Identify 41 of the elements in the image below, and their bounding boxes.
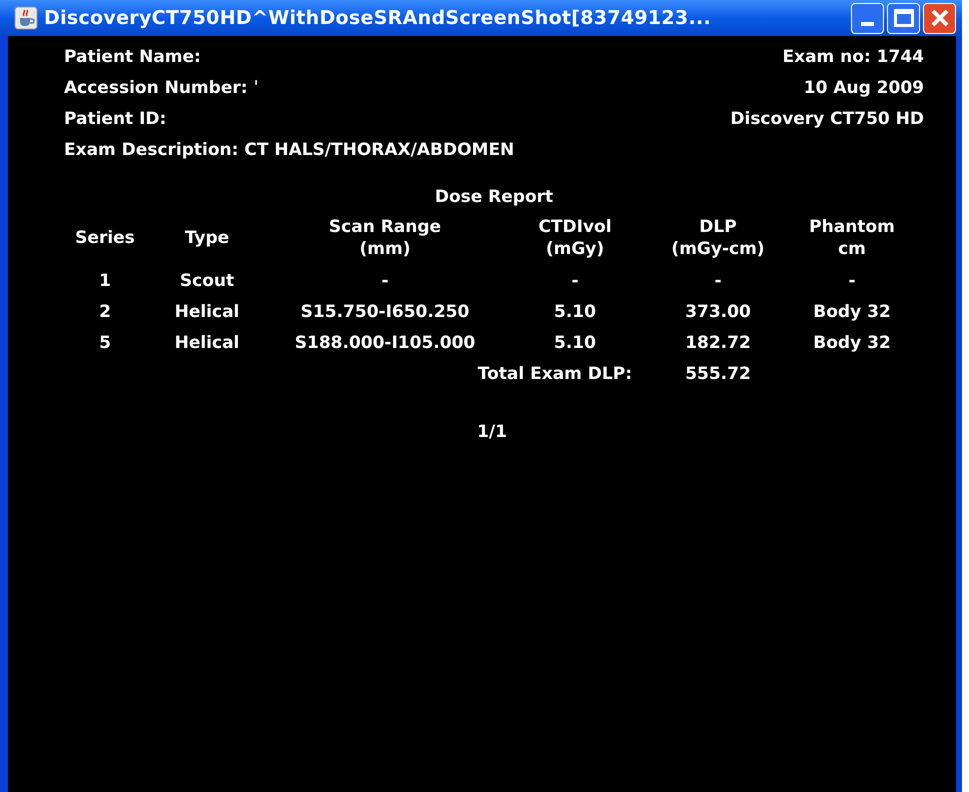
table-cell-text: 2 [98,301,112,324]
table-cell-text: - [713,270,723,293]
table-cell-text: 1 [98,270,112,293]
table-cell-text: S15.750-I650.250 [300,301,470,324]
close-button[interactable] [923,2,956,34]
info-value: Discovery CT750 HD [730,108,924,131]
maximize-button[interactable] [887,2,920,34]
column-header: Series [75,227,135,249]
table-cell-text: 5.10 [553,301,597,324]
column-header: Type [184,227,230,249]
close-icon [928,7,950,29]
total-label: Total Exam DLP: [476,363,633,386]
info-label: Accession Number: ˈ [64,77,260,100]
table-cell-text: - [570,270,580,293]
table-cell-text: Body 32 [812,332,892,355]
java-cup-icon [14,6,38,30]
column-header: DLP (mGy-cm) [671,216,765,260]
column-header: Scan Range (mm) [328,216,442,260]
page-number: 1/1 [476,421,508,444]
table-cell-text: - [380,270,390,293]
info-value: 10 Aug 2009 [804,77,924,100]
info-value: Exam no: 1744 [782,46,924,69]
column-header: CTDIvol (mGy) [538,216,612,260]
table-cell-text: 5 [98,332,112,355]
window-title: DiscoveryCT750HD^WithDoseSRAndScreenShot[83749123... [44,6,711,31]
info-label: Patient ID: [64,108,168,131]
info-label: Exam Description: CT HALS/THORAX/ABDOMEN [64,139,514,162]
table-cell-text: 5.10 [553,332,597,355]
table-cell-text: 373.00 [684,301,752,324]
table-cell-text: S188.000-I105.000 [294,332,476,355]
table-cell-text: Helical [174,332,240,355]
table-cell-text: 182.72 [684,332,752,355]
report-title: Dose Report [434,186,554,209]
info-label: Patient Name: [64,46,202,69]
minimize-button[interactable] [851,2,884,34]
total-value: 555.72 [684,363,752,386]
table-cell-text: - [847,270,857,293]
table-cell-text: Scout [178,270,236,293]
table-cell-text: Body 32 [812,301,892,324]
table-cell-text: Helical [174,301,240,324]
column-header: Phantom cm [809,216,895,260]
